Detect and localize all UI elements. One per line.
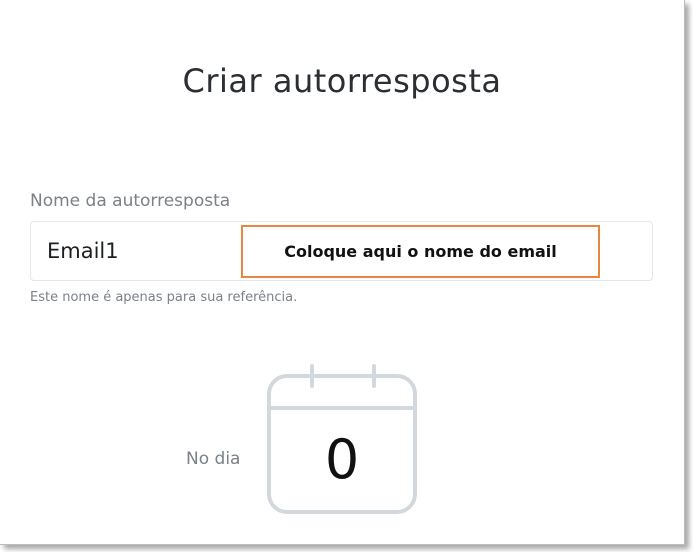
day-value[interactable]: 0 xyxy=(266,428,418,491)
name-field-label: Nome da autorresposta xyxy=(30,191,231,211)
page-title: Criar autorresposta xyxy=(182,62,502,100)
autoresponder-dialog: Criar autorresposta Nome da autorrespost… xyxy=(0,0,685,545)
day-label: No dia xyxy=(186,449,241,469)
name-field-helper-text: Este nome é apenas para sua referência. xyxy=(30,290,298,305)
day-picker[interactable]: 0 xyxy=(266,364,420,516)
annotation-callout: Coloque aqui o nome do email xyxy=(241,225,600,278)
autoresponder-name-value[interactable]: Email1 xyxy=(47,239,119,263)
